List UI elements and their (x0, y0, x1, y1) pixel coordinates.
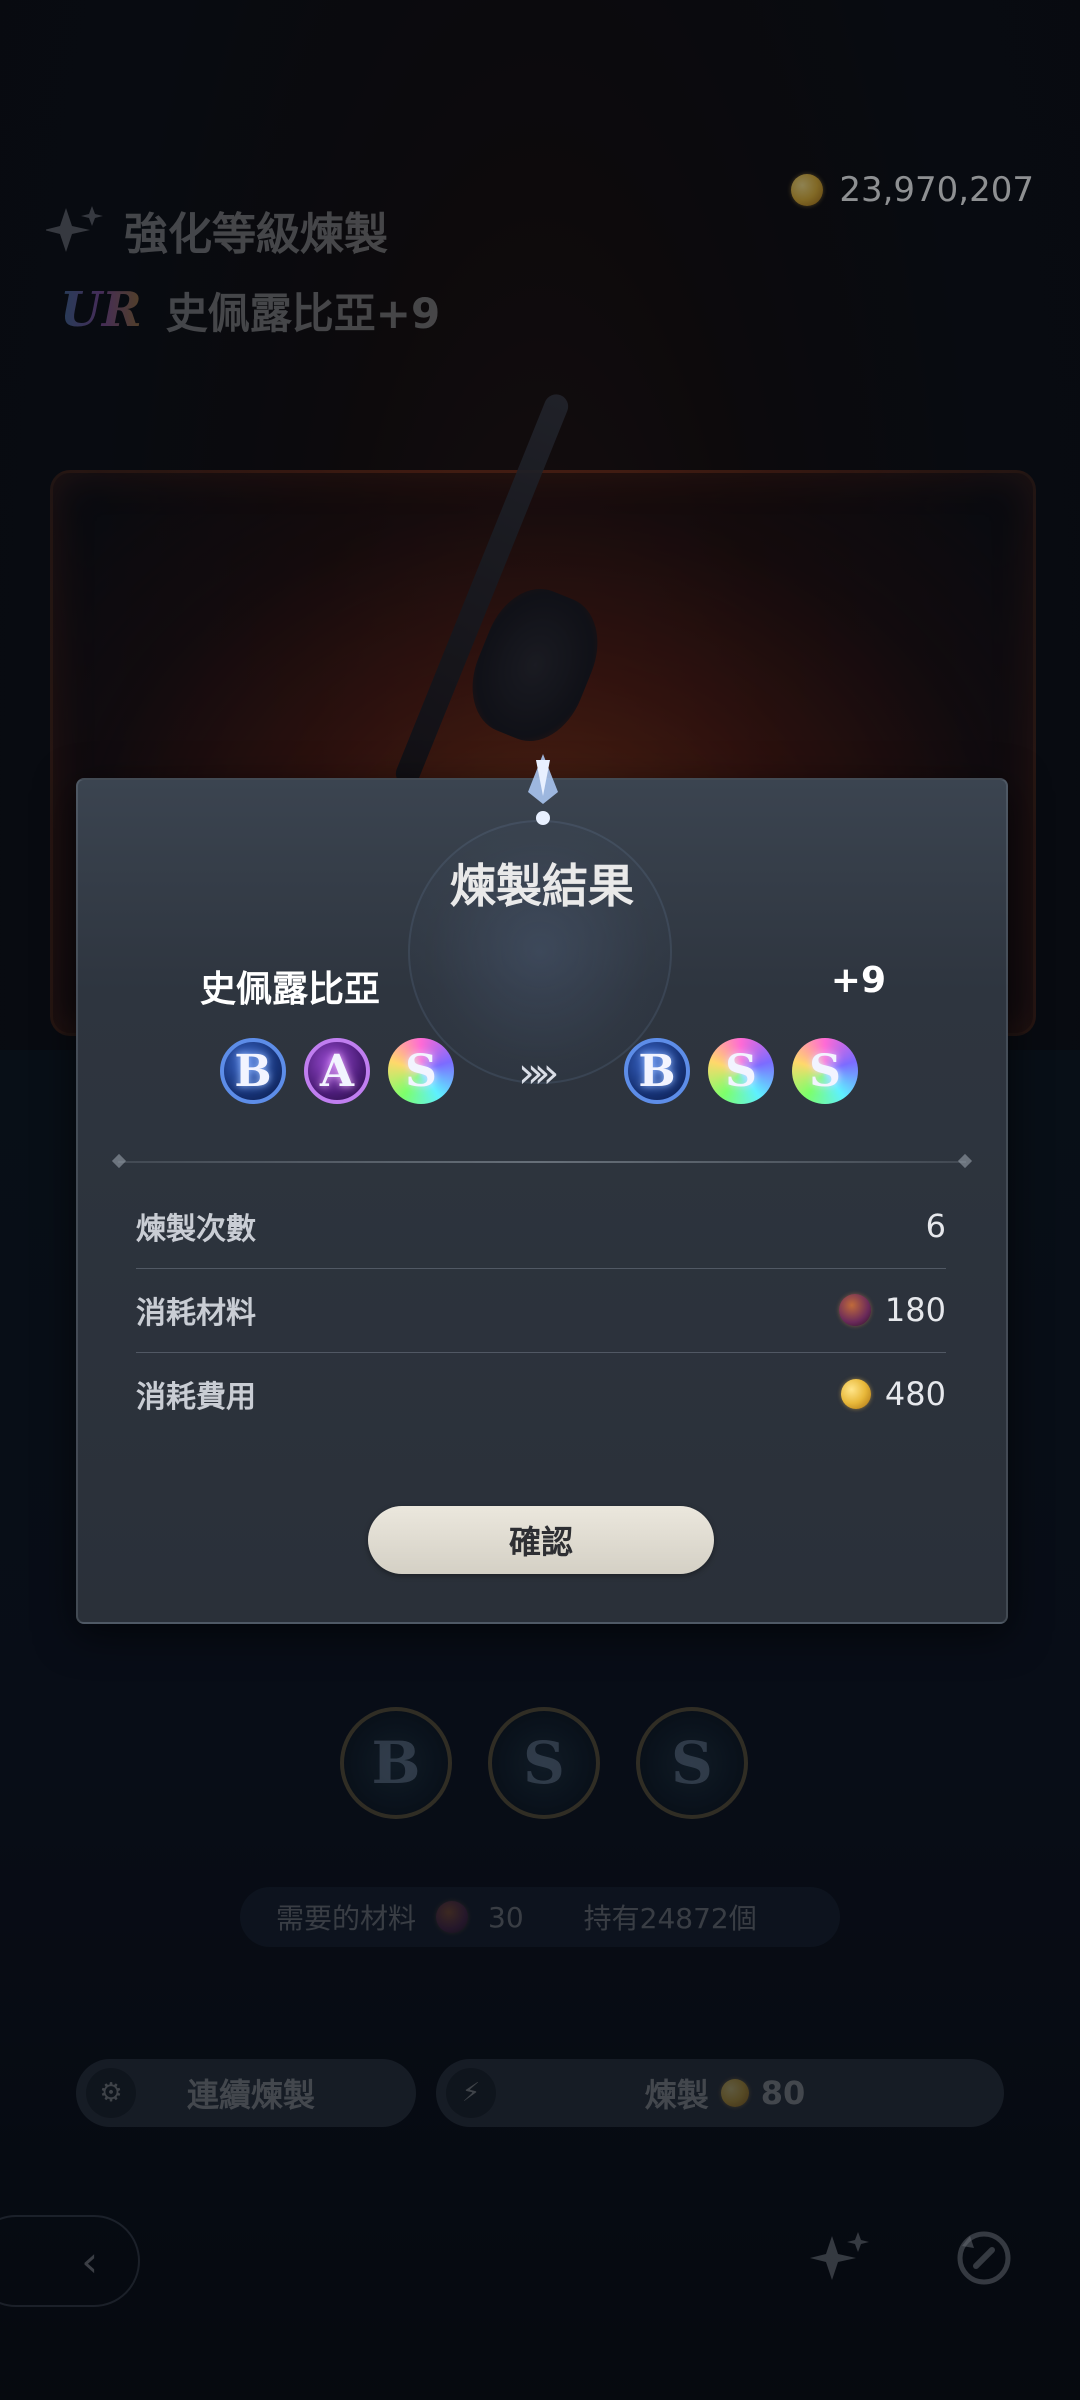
refine-count-label: 煉製次數 (136, 1212, 256, 1247)
refine-count-row: 煉製次數 6 (136, 1184, 946, 1268)
refine-result-dialog: 煉製結果 史佩露比亞 +9 B A S »» B S S 煉製次數 6 消耗材料… (76, 754, 1008, 1624)
divider-end-left (111, 1153, 127, 1169)
grade-badge-after-2: S (708, 1038, 774, 1104)
coin-icon (840, 1379, 871, 1409)
fee-cost-label: 消耗費用 (136, 1380, 256, 1415)
exclamation-icon (518, 752, 568, 832)
material-cost-label: 消耗材料 (136, 1296, 256, 1331)
after-grades: B S S (624, 1038, 858, 1104)
grade-badge-before-2: A (304, 1038, 370, 1104)
dialog-title: 煉製結果 (450, 859, 634, 913)
material-icon (838, 1294, 871, 1326)
arrow-right-icon: »» (518, 1048, 560, 1097)
grade-badge-after-3: S (792, 1038, 858, 1104)
material-cost-value: 180 (884, 1291, 946, 1329)
grade-badge-after-1: B (624, 1038, 690, 1104)
fee-cost-value: 480 (884, 1375, 946, 1413)
divider (118, 1161, 966, 1163)
before-grades: B A S (220, 1038, 454, 1104)
result-item-name: 史佩露比亞 (200, 969, 381, 1010)
divider-end-right (957, 1153, 973, 1169)
refine-count-value: 6 (925, 1207, 946, 1245)
fee-cost-row: 消耗費用 480 (136, 1352, 946, 1436)
material-cost-row: 消耗材料 180 (136, 1268, 946, 1352)
result-item-level: +9 (830, 960, 886, 1001)
grade-badge-before-3: S (388, 1038, 454, 1104)
confirm-button[interactable]: 確認 (368, 1506, 714, 1574)
grade-badge-before-1: B (220, 1038, 286, 1104)
